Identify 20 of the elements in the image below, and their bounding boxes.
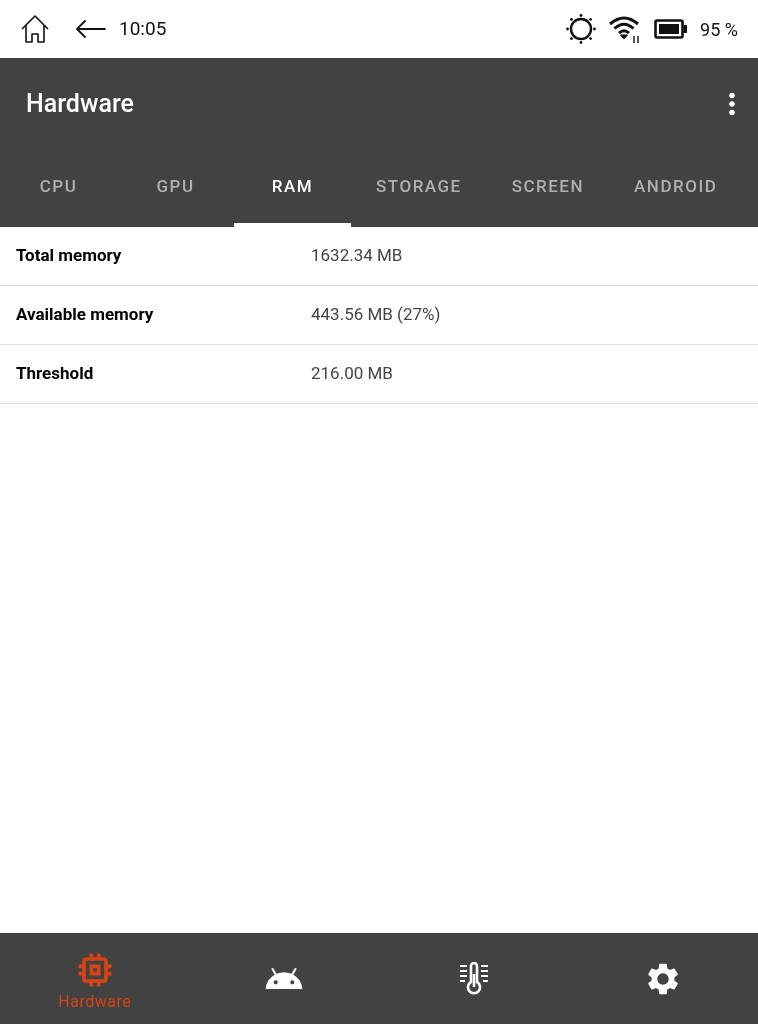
row-label: Total memory	[16, 244, 123, 268]
row-label: Threshold	[16, 362, 95, 386]
tab[interactable]: CPU	[0, 150, 117, 227]
row-value: 443.56 MB (27%)	[311, 303, 441, 327]
tab[interactable]: ANDROID	[609, 150, 743, 227]
app-title: Hardware	[26, 88, 134, 121]
brightness-icon[interactable]	[566, 14, 597, 44]
battery-percent: 95 %	[700, 17, 738, 42]
row-label: Available memory	[16, 303, 155, 327]
clock-time: 10:05	[119, 15, 167, 42]
thermometer-icon	[457, 961, 490, 996]
row-value: 1632.34 MB	[311, 244, 403, 268]
home-icon[interactable]	[20, 14, 50, 44]
tab[interactable]: GPU	[117, 150, 234, 227]
back-arrow-icon[interactable]	[75, 19, 106, 39]
tab[interactable]: SCREEN	[486, 150, 610, 227]
row-value: 216.00 MB	[311, 362, 393, 386]
tab[interactable]: STORAGE	[351, 150, 487, 227]
tab[interactable]: RAM	[234, 150, 351, 227]
battery-icon	[654, 19, 689, 39]
